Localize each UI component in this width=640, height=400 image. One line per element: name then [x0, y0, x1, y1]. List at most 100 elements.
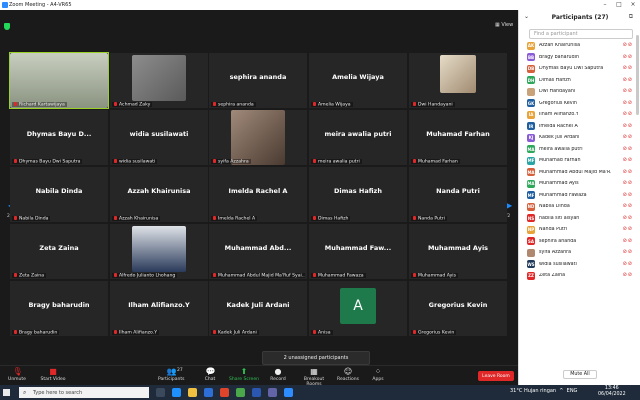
participant-tile[interactable]: Muhammad Faw... Muhammad Fawaza — [309, 224, 407, 279]
task-view-icon[interactable] — [156, 388, 165, 397]
participant-list-item[interactable]: WS widia susilawati ⊘⊘ — [519, 259, 640, 271]
record-button[interactable]: ● Record — [269, 366, 287, 386]
participant-list-item[interactable]: DH Dimas Hafizh ⊘⊘ — [519, 75, 640, 87]
zoom-taskbar-icon[interactable] — [284, 388, 293, 397]
participant-tile[interactable]: sephira ananda sephira ananda — [209, 53, 307, 108]
participant-display-name: Dhymas Bayu D... — [26, 130, 92, 138]
participant-tile[interactable]: Imelda Rachel A Imelda Rachel A — [209, 167, 307, 222]
weather-tray[interactable]: 31°C Hujan ringan ^ ENG — [510, 388, 577, 394]
unmute-label: Unmute — [8, 377, 26, 382]
participant-list-item[interactable]: SA sephira ananda ⊘⊘ — [519, 236, 640, 248]
participant-list-name: Dimas Hafizh — [539, 77, 571, 83]
unmute-button[interactable]: 🎙 Unmute — [6, 366, 28, 386]
maximize-icon[interactable]: □ — [612, 0, 626, 10]
participant-tile[interactable]: Kadek Juli Ardani Kadek Juli Ardani — [209, 281, 307, 336]
zoom-logo-icon — [2, 2, 8, 8]
close-icon[interactable]: × — [626, 0, 640, 10]
minimize-icon[interactable]: – — [598, 0, 612, 10]
participant-list-item[interactable]: NS nabila siti aisyah ⊘⊘ — [519, 213, 640, 225]
participant-list-item[interactable]: ZZ Zeta Zaina ⊘⊘ — [519, 270, 640, 282]
participant-tile[interactable]: A Anisa — [309, 281, 407, 336]
participant-tile[interactable]: Ilham Alifianzo.Y Ilham Alifianzo.Y — [110, 281, 208, 336]
participant-list-item[interactable]: MF Muhammad Fawaza ⊘⊘ — [519, 190, 640, 202]
participant-list-item[interactable]: MA Muhammad Ayis ⊘⊘ — [519, 178, 640, 190]
participant-tile[interactable]: Zeta Zaina Zeta Zaina — [10, 224, 108, 279]
participant-list-item[interactable]: syifa Azzahra ⊘⊘ — [519, 247, 640, 259]
mic-video-muted-icon: ⊘⊘ — [622, 272, 633, 278]
share-screen-button[interactable]: ⬆ Share Screen — [229, 366, 259, 386]
mic-muted-icon — [313, 101, 316, 106]
avatar: IR — [527, 122, 535, 131]
participant-tile[interactable]: Dhymas Bayu D... Dhymas Bayu Dwi Saputra — [10, 110, 108, 165]
participant-tile[interactable]: Muhamad Farhan Muhamad Farhan — [409, 110, 507, 165]
participant-list-item[interactable]: MA Muhammad Abdul Majid Ma'R... ⊘⊘ — [519, 167, 640, 179]
participants-panel: ⌄ Participants (27) ⧉ Find a participant… — [518, 10, 640, 385]
edge-icon[interactable] — [172, 388, 181, 397]
zoom-app: Zoom Meeting - A4-VR65 – □ × ▦ View ◀ 2/… — [0, 0, 640, 400]
participant-tile[interactable]: widia susilawati widia susilawati — [110, 110, 208, 165]
mic-muted-icon — [313, 158, 316, 163]
participant-tile[interactable]: syifa Azzahra — [209, 110, 307, 165]
participant-tile[interactable]: Dwi Handayani — [409, 53, 507, 108]
teams-icon[interactable] — [268, 388, 277, 397]
unassigned-participants-notice[interactable]: 2 unassigned participants — [262, 351, 370, 365]
apps-button[interactable]: ⁘ Apps — [371, 366, 385, 386]
participant-list-item[interactable]: IR Imelda Rachel A ⊘⊘ — [519, 121, 640, 133]
avatar: GK — [527, 99, 535, 108]
participant-name: Alfredo Julianto Lhohang — [119, 273, 176, 278]
participant-name: sephira ananda — [218, 102, 254, 107]
leave-room-button[interactable]: Leave Room — [478, 371, 514, 381]
mic-video-muted-icon: ⊘⊘ — [622, 237, 633, 244]
participant-tile[interactable]: Bragy baharudin Bragy baharudin — [10, 281, 108, 336]
security-shield-icon[interactable] — [4, 23, 10, 30]
breakout-rooms-button[interactable]: ▦Breakout Rooms — [296, 366, 332, 388]
participant-name: Kadek Juli Ardani — [218, 330, 257, 335]
participant-tile[interactable]: Muhammad Ayis Muhammad Ayis — [409, 224, 507, 279]
file-explorer-icon[interactable] — [188, 388, 197, 397]
participant-tile[interactable]: Richard Kartawijaya — [9, 52, 109, 109]
participant-list-item[interactable]: KJ Kadek Juli Ardani ⊘⊘ — [519, 132, 640, 144]
participant-video — [132, 55, 186, 101]
participant-list-item[interactable]: AK Azzah Khairunisa ⊘⊘ — [519, 40, 640, 52]
participant-tile[interactable]: Dimas Hafizh Dimas Hafizh — [309, 167, 407, 222]
participant-tile[interactable]: Nanda Putri Nanda Putri — [409, 167, 507, 222]
participant-tile[interactable]: Amelia Wijaya Amelia Wijaya — [309, 53, 407, 108]
participant-list-item[interactable]: IA Ilham Alifianzo.Y ⊘⊘ — [519, 109, 640, 121]
participant-list-item[interactable]: GK Gregorius Kevin ⊘⊘ — [519, 98, 640, 110]
participant-tile[interactable]: meira awalia putri meira awalia putri — [309, 110, 407, 165]
participant-tile[interactable]: Azzah Khairunisa Azzah Khairunisa — [110, 167, 208, 222]
participant-list-item[interactable]: Dwi Handayani ⊘⊘ — [519, 86, 640, 98]
mute-all-button[interactable]: Mute All — [563, 370, 597, 379]
participant-tile[interactable]: Achmad Zaky — [110, 53, 208, 108]
clock[interactable]: 13:46 06/04/2022 — [598, 386, 626, 398]
participant-list-name: Dwi Handayani — [539, 89, 576, 95]
mail-icon[interactable] — [204, 388, 213, 397]
participant-list-item[interactable]: ND Nabila Dinda ⊘⊘ — [519, 201, 640, 213]
participant-list-item[interactable]: DB Dhymas Bayu Dwi Saputra ⊘⊘ — [519, 63, 640, 75]
reactions-button[interactable]: ☺ Reactions — [337, 366, 359, 386]
participant-tile[interactable]: Muhammad Abd... Muhammad Abdul Majid Ma'R… — [209, 224, 307, 279]
mic-muted-icon — [213, 272, 216, 277]
mic-muted-icon — [213, 101, 216, 106]
taskbar-search-input[interactable]: ⌕ Type here to search — [19, 387, 149, 398]
panel-scrollbar[interactable] — [636, 35, 639, 115]
participant-display-name: Dimas Hafizh — [334, 187, 382, 195]
mic-muted-icon — [413, 329, 416, 334]
participant-tile[interactable]: Gregorius Kevin Gregorius Kevin — [409, 281, 507, 336]
participant-tile[interactable]: Nabila Dinda Nabila Dinda — [10, 167, 108, 222]
chevron-down-icon[interactable]: ⌄ — [524, 13, 529, 20]
participant-search-input[interactable]: Find a participant — [529, 29, 633, 39]
windows-start-icon[interactable] — [3, 389, 10, 396]
participant-list-item[interactable]: MA meira awalia putri ⊘⊘ — [519, 144, 640, 156]
chat-button[interactable]: 💬 Chat — [202, 366, 218, 386]
participant-list-item[interactable]: MF Muhamad Farhan ⊘⊘ — [519, 155, 640, 167]
popout-icon[interactable]: ⧉ — [629, 13, 633, 21]
chrome-icon[interactable] — [236, 388, 245, 397]
participant-tile[interactable]: Alfredo Julianto Lhohang — [110, 224, 208, 279]
view-button[interactable]: ▦ View — [495, 22, 513, 28]
start-video-button[interactable]: ■ Start Video — [40, 366, 66, 386]
office-icon[interactable] — [220, 388, 229, 397]
participant-list-item[interactable]: NP Nanda Putri ⊘⊘ — [519, 224, 640, 236]
word-icon[interactable] — [252, 388, 261, 397]
participant-list-item[interactable]: BB Bragy baharudin ⊘⊘ — [519, 52, 640, 64]
